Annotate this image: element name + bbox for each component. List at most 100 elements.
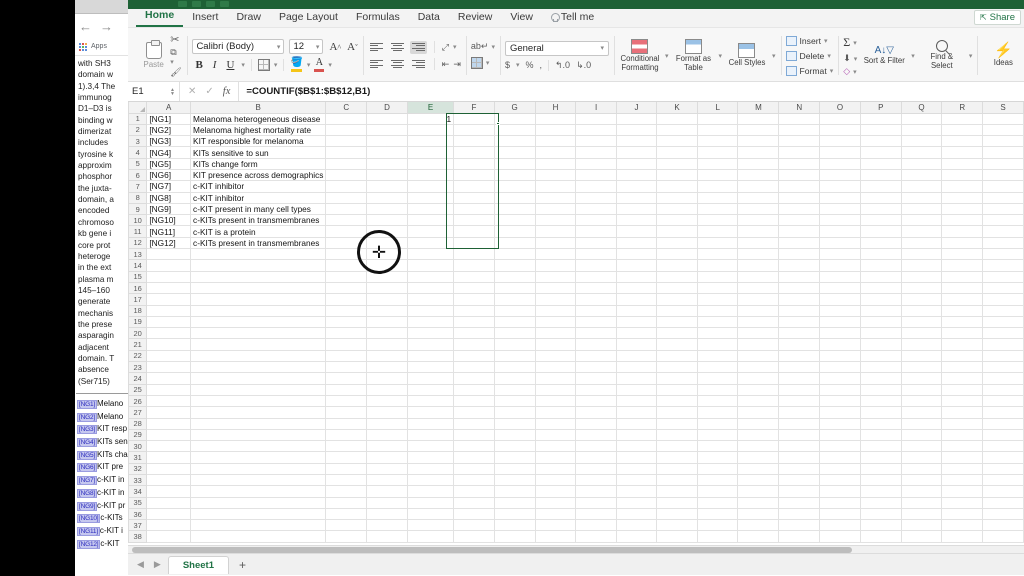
cell-P9[interactable] [860, 203, 902, 216]
cell-I18[interactable] [575, 305, 617, 317]
cell-D8[interactable] [366, 192, 408, 204]
cell-L18[interactable] [697, 305, 739, 317]
cell-L6[interactable] [697, 169, 739, 182]
cell-F10[interactable] [453, 214, 495, 227]
cell-C17[interactable] [325, 293, 368, 306]
spreadsheet-grid[interactable]: ABCDEFGHIJKLMNOPQRS 1 [NG1] Melanoma heter… [128, 102, 1024, 545]
table-row[interactable]: 12 [NG12] c-KITs present in transmembranes [128, 236, 1024, 250]
row-header-19[interactable]: 19 [128, 315, 148, 329]
cell-P10[interactable] [860, 214, 902, 227]
cell-L36[interactable] [697, 508, 739, 521]
cell-I20[interactable] [575, 327, 617, 340]
cell-F31[interactable] [453, 451, 495, 464]
cell-K34[interactable] [656, 485, 698, 498]
cell-S15[interactable] [982, 271, 1024, 283]
cell-M19[interactable] [737, 316, 780, 329]
cell-J19[interactable] [616, 316, 658, 329]
cell-R21[interactable] [941, 338, 984, 351]
row-header-9[interactable]: 9 [128, 202, 148, 216]
cell-K4[interactable] [656, 146, 698, 159]
cell-S5[interactable] [982, 158, 1024, 170]
cell-K28[interactable] [656, 418, 698, 430]
cell-B8[interactable]: c-KIT inhibitor [190, 192, 327, 204]
cell-J26[interactable] [616, 395, 658, 408]
cell-P33[interactable] [860, 474, 902, 487]
cell-E7[interactable] [407, 180, 455, 193]
cell-H8[interactable] [535, 192, 577, 204]
cell-C27[interactable] [325, 406, 368, 419]
cell-J7[interactable] [616, 180, 658, 193]
table-row[interactable]: 26 [128, 394, 1024, 408]
cell-S12[interactable] [982, 237, 1024, 250]
cell-G23[interactable] [494, 361, 536, 374]
cell-O33[interactable] [819, 474, 861, 487]
cell-N33[interactable] [778, 474, 821, 487]
cell-S22[interactable] [982, 350, 1024, 363]
cell-Q37[interactable] [901, 519, 943, 532]
cell-N21[interactable] [778, 338, 821, 351]
cell-F13[interactable] [453, 248, 495, 261]
row-header-16[interactable]: 16 [128, 281, 148, 295]
cell-B17[interactable] [190, 293, 327, 306]
cell-P38[interactable] [860, 530, 902, 543]
cell-J37[interactable] [616, 519, 658, 532]
cell-H23[interactable] [535, 361, 577, 374]
cell-L1[interactable] [697, 113, 739, 125]
cell-A1[interactable]: [NG1] [146, 113, 192, 125]
increase-font-size-button[interactable]: A^ [329, 41, 341, 53]
cell-A7[interactable]: [NG7] [146, 180, 192, 193]
cell-O20[interactable] [819, 327, 861, 340]
cell-H31[interactable] [535, 451, 577, 464]
column-header-Q[interactable]: Q [900, 102, 943, 114]
cell-C32[interactable] [325, 463, 368, 476]
cell-C1[interactable] [325, 113, 368, 125]
table-row[interactable]: 21 [128, 338, 1024, 351]
cell-D31[interactable] [366, 451, 408, 464]
cell-B37[interactable] [190, 519, 327, 532]
cell-C8[interactable] [325, 192, 368, 204]
cell-J17[interactable] [616, 293, 658, 306]
cell-L29[interactable] [697, 429, 739, 442]
cell-L9[interactable] [697, 203, 739, 216]
borders-icon[interactable] [257, 58, 270, 71]
cell-N8[interactable] [778, 192, 821, 204]
row-header-6[interactable]: 6 [128, 168, 148, 182]
cell-D10[interactable] [366, 214, 408, 227]
cell-N24[interactable] [778, 372, 821, 385]
cell-I8[interactable] [575, 192, 617, 204]
cell-N32[interactable] [778, 463, 821, 476]
cell-Q33[interactable] [901, 474, 943, 487]
cell-B23[interactable] [190, 361, 327, 374]
cell-M28[interactable] [737, 418, 780, 430]
ng-tag[interactable]: [NG12] [77, 539, 101, 549]
autosum-icon[interactable]: Σ [843, 35, 850, 50]
cell-H35[interactable] [535, 497, 577, 509]
cell-B7[interactable]: c-KIT inhibitor [190, 180, 327, 193]
row-header-14[interactable]: 14 [128, 259, 148, 272]
cell-J12[interactable] [616, 237, 658, 250]
cell-S25[interactable] [982, 384, 1024, 396]
cell-A15[interactable] [146, 271, 192, 283]
tab-insert[interactable]: Insert [183, 11, 227, 27]
cell-F23[interactable] [453, 361, 495, 374]
cell-E6[interactable] [407, 169, 455, 182]
row-header-29[interactable]: 29 [128, 428, 148, 442]
cell-I23[interactable] [575, 361, 617, 374]
ng-link-row[interactable]: [NG3] KIT resp [77, 423, 133, 436]
cell-E8[interactable] [407, 192, 455, 204]
cell-S7[interactable] [982, 180, 1024, 193]
fill-color-icon[interactable]: 🪣 [290, 57, 302, 68]
cell-D32[interactable] [366, 463, 408, 476]
cell-H27[interactable] [535, 406, 577, 419]
cell-N11[interactable] [778, 225, 821, 238]
cell-J33[interactable] [616, 474, 658, 487]
next-sheet-button[interactable]: ▶ [151, 559, 164, 570]
cell-P23[interactable] [860, 361, 902, 374]
ng-link-row[interactable]: [NG9] c-KIT pr [77, 500, 133, 513]
cell-F17[interactable] [453, 293, 495, 306]
cell-G35[interactable] [494, 497, 536, 509]
cell-O6[interactable] [819, 169, 861, 182]
cell-J35[interactable] [616, 497, 658, 509]
cell-H12[interactable] [535, 237, 577, 250]
row-header-34[interactable]: 34 [128, 485, 148, 498]
